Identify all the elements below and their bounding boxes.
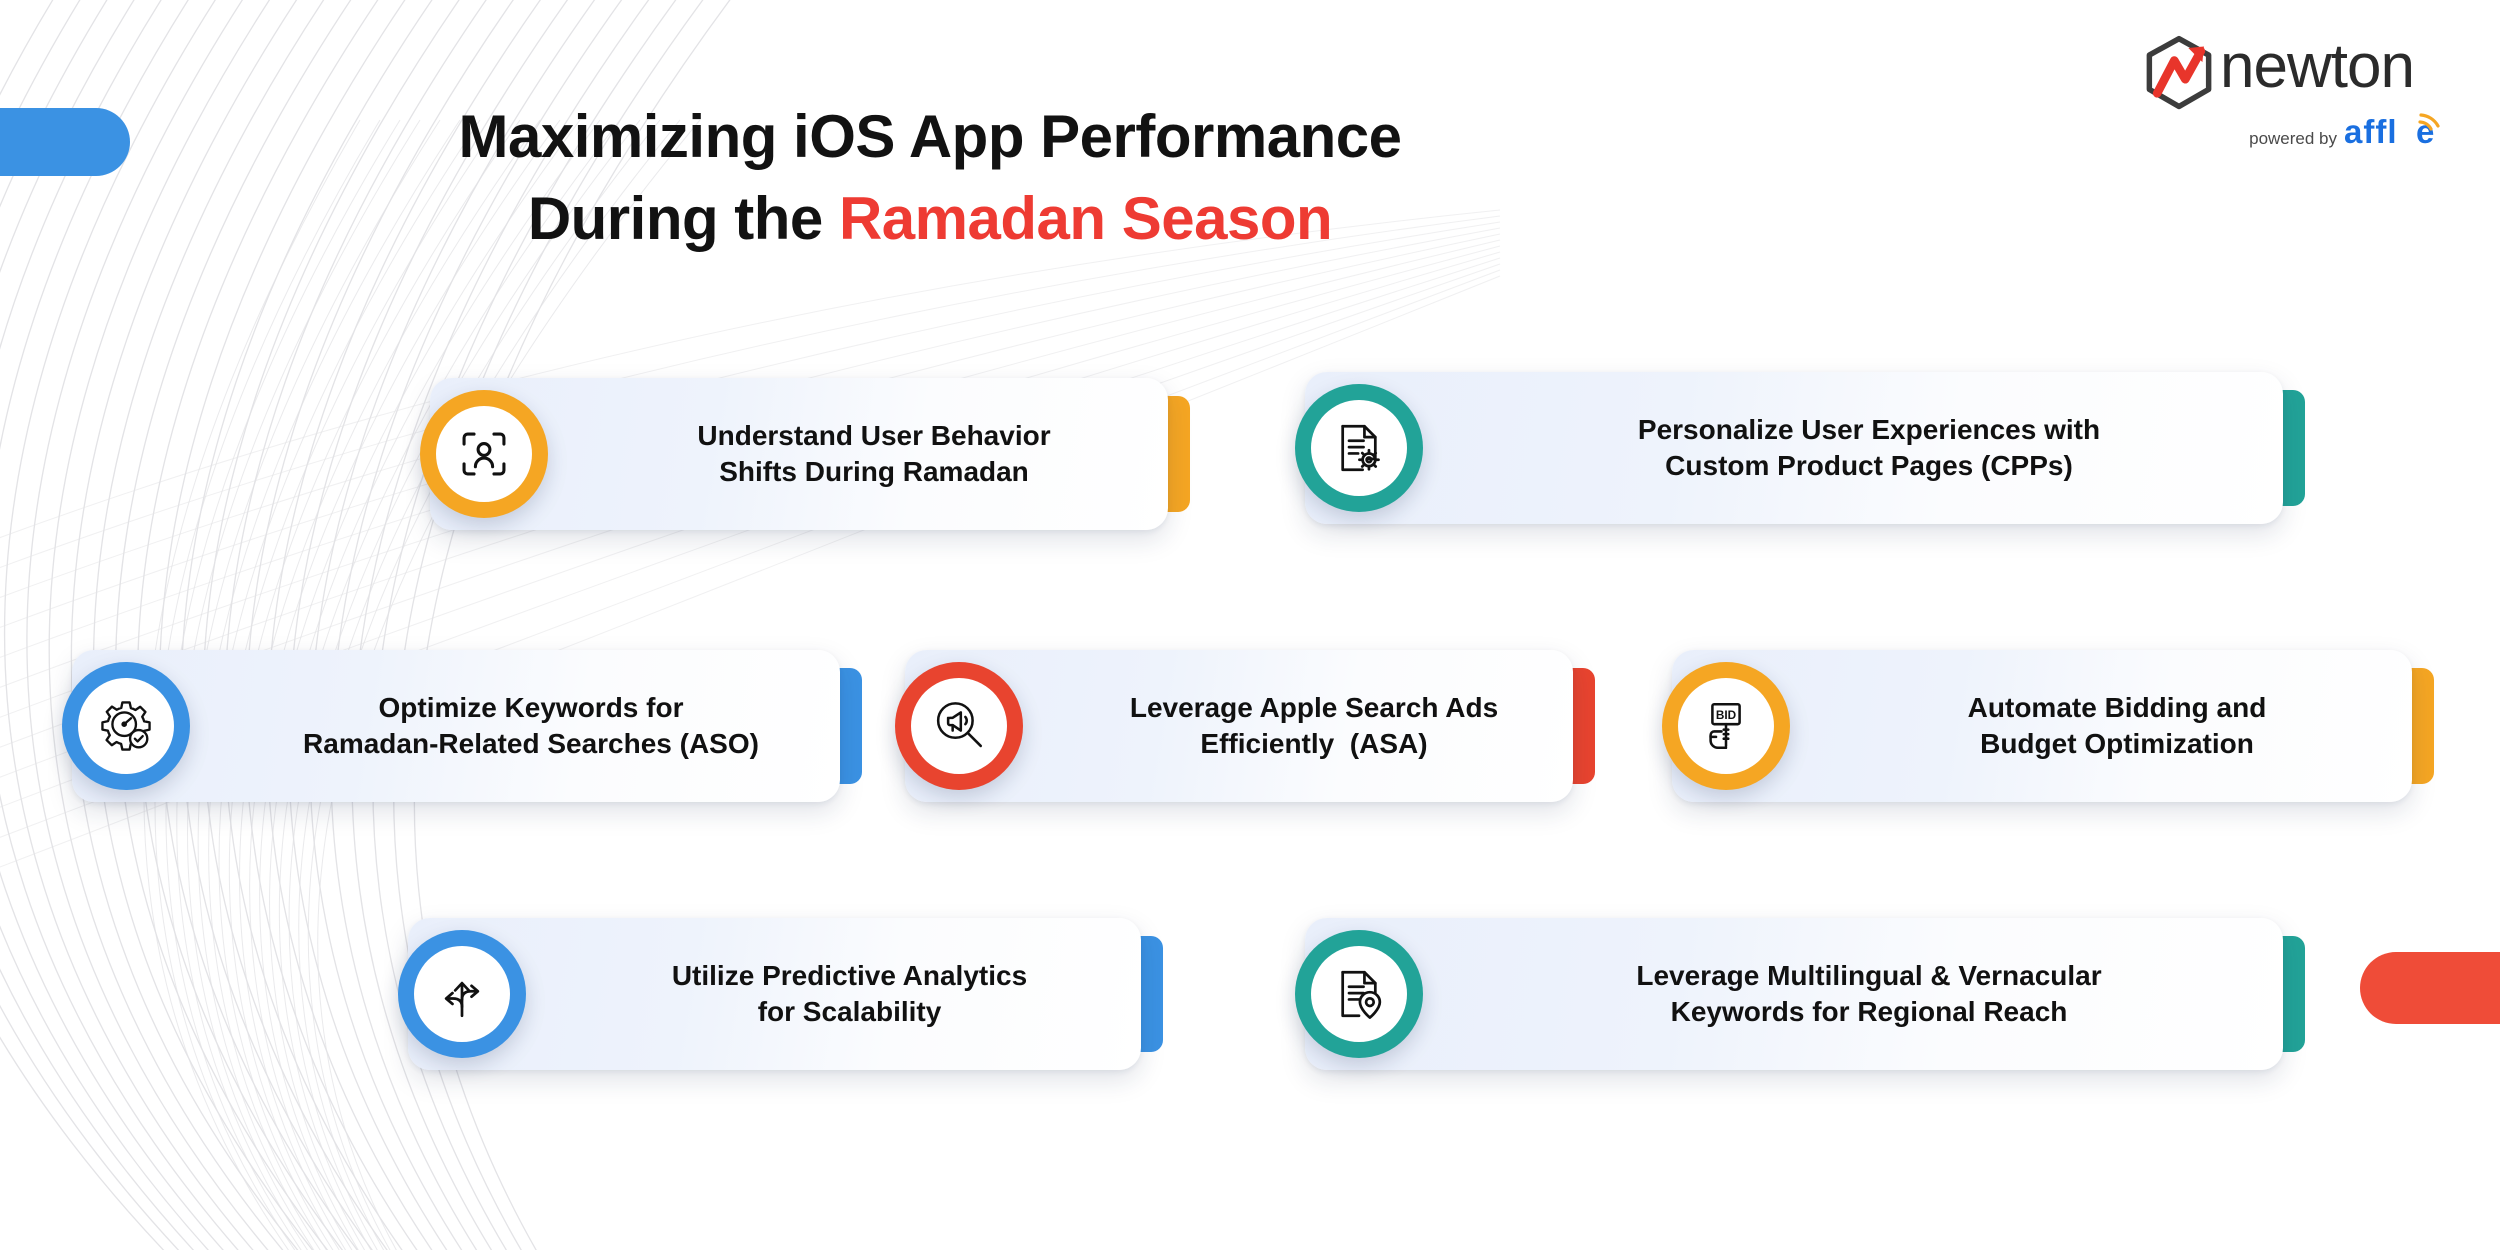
infographic-canvas: newton powered by affl e Maximizing iOS … [0,0,2500,1250]
card-label-line-2: Ramadan-Related Searches (ASO) [303,728,759,759]
card-label-line-2: Shifts During Ramadan [719,456,1029,487]
card-icon-badge [895,662,1023,790]
card-icon-badge [398,930,526,1058]
three-way-arrows-icon [444,981,480,1018]
card-understand-user-behavior[interactable]: Understand User Behavior Shifts During R… [420,378,1190,530]
card-icon-badge [1295,930,1423,1058]
magnifier-megaphone-icon [936,702,983,748]
card-leverage-apple-search-ads[interactable]: Leverage Apple Search Ads Efficiently (A… [895,650,1595,802]
card-label: Optimize Keywords for Ramadan-Related Se… [222,650,840,802]
hand-bid-paddle-icon: BID [1709,702,1741,750]
card-label-line-1: Understand User Behavior [697,420,1051,451]
card-label-line-2: Custom Product Pages (CPPs) [1665,450,2073,481]
card-label: Utilize Predictive Analytics for Scalabi… [558,918,1141,1070]
card-optimize-keywords-aso[interactable]: Optimize Keywords for Ramadan-Related Se… [62,650,862,802]
card-utilize-predictive-analytics[interactable]: Utilize Predictive Analytics for Scalabi… [398,918,1163,1070]
title-line-2: During the Ramadan Season [0,178,1860,260]
card-icon-badge: BID [1662,662,1790,790]
card-personalize-user-experiences[interactable]: Personalize User Experiences with Custom… [1295,372,2305,524]
title-line-1: Maximizing iOS App Performance [458,103,1402,170]
card-label: Leverage Apple Search Ads Efficiently (A… [1055,650,1573,802]
card-label-line-1: Optimize Keywords for [378,692,684,723]
page-title: Maximizing iOS App Performance During th… [0,96,1860,260]
title-line-2-accent: Ramadan Season [838,185,1333,252]
gear-gauge-check-icon [101,701,151,751]
card-icon-badge [1295,384,1423,512]
card-label: Automate Bidding and Budget Optimization [1822,650,2412,802]
card-label: Personalize User Experiences with Custom… [1455,372,2283,524]
document-gear-icon [1341,424,1380,472]
card-icon-badge [62,662,190,790]
svg-text:affl: affl [2344,113,2398,150]
card-label: Understand User Behavior Shifts During R… [580,378,1168,530]
logo-wordmark: newton [2220,32,2415,101]
card-label-line-1: Automate Bidding and [1967,692,2267,723]
logo-tagline-prefix: powered by [2249,129,2337,148]
card-leverage-multilingual-keywords[interactable]: Leverage Multilingual & Vernacular Keywo… [1295,918,2305,1070]
document-location-pin-icon [1341,970,1382,1019]
card-label-line-2: Keywords for Regional Reach [1670,996,2068,1027]
newton-hexagon-arrow-logo-icon [2146,35,2212,110]
card-label-line-1: Personalize User Experiences with [1637,414,2101,445]
face-scan-person-icon [462,432,506,476]
title-line-2-plain: During the [527,185,839,252]
svg-text:BID: BID [1716,709,1736,722]
card-label-line-2: for Scalability [757,996,942,1027]
card-label-line-1: Leverage Multilingual & Vernacular [1636,960,2102,991]
card-label-line-2: Budget Optimization [1980,728,2254,759]
affle-logo-icon: affl e [2344,113,2440,150]
card-label-line-2: Efficiently (ASA) [1200,728,1428,759]
card-automate-bidding-budget[interactable]: BID Automate Bidding and Budget Optimiza… [1662,650,2434,802]
newton-logo[interactable]: newton powered by affl e [2140,28,2460,150]
card-label-line-1: Leverage Apple Search Ads [1129,692,1499,723]
decorative-pill-right [2360,952,2500,1024]
logo-tagline: powered by affl e [2249,110,2456,150]
card-label-line-1: Utilize Predictive Analytics [671,960,1028,991]
card-label: Leverage Multilingual & Vernacular Keywo… [1455,918,2283,1070]
card-icon-badge [420,390,548,518]
